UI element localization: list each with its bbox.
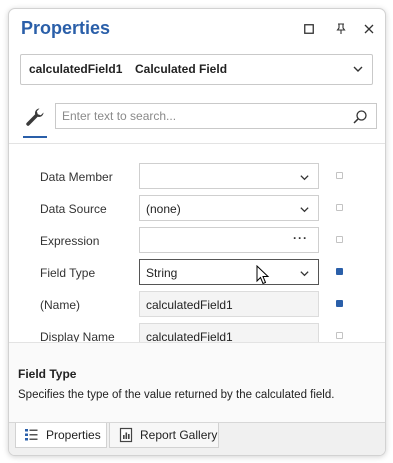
property-row-field-type: Field Type String (9, 258, 385, 290)
search-box (55, 103, 377, 129)
close-button[interactable] (359, 19, 379, 39)
close-icon (364, 24, 374, 34)
property-marker (336, 236, 343, 243)
property-value: calculatedField1 (146, 298, 233, 312)
expression-ellipsis-button[interactable]: ··· (293, 231, 308, 245)
tab-report-gallery[interactable]: Report Gallery (109, 423, 219, 448)
search-icon[interactable] (352, 109, 368, 125)
property-row-display-name: Display Name calculatedField1 (9, 322, 385, 343)
property-value: String (146, 266, 178, 280)
name-field[interactable]: calculatedField1 (139, 291, 319, 317)
wrench-icon (26, 108, 44, 126)
pin-icon (336, 23, 346, 34)
property-marker (336, 204, 343, 211)
property-row-expression: Expression ··· (9, 226, 385, 258)
description-heading: Field Type (18, 367, 77, 381)
field-type-dropdown[interactable]: String (139, 259, 319, 285)
properties-panel: Properties calculatedField1 Calculated F… (8, 8, 386, 456)
mouse-pointer-icon (256, 265, 270, 285)
panel-titlebar: Properties (9, 9, 385, 49)
property-marker-modified (336, 300, 343, 307)
search-input[interactable] (60, 106, 344, 126)
property-label: Expression (40, 234, 100, 248)
property-label: Data Member (40, 170, 113, 184)
object-selector[interactable]: calculatedField1 Calculated Field (20, 54, 373, 85)
property-marker (336, 332, 343, 339)
description-text: Specifies the type of the value returned… (18, 389, 335, 401)
description-pane: Field Type Specifies the type of the val… (9, 342, 385, 423)
data-source-dropdown[interactable]: (none) (139, 195, 319, 221)
chevron-down-icon (300, 207, 309, 213)
report-gallery-icon (118, 427, 134, 443)
property-marker-modified (336, 268, 343, 275)
chevron-down-icon (300, 175, 309, 181)
tab-properties[interactable]: Properties (15, 423, 107, 448)
data-member-dropdown[interactable] (139, 163, 319, 189)
property-value: (none) (146, 202, 181, 216)
property-row-data-source: Data Source (none) (9, 194, 385, 226)
display-name-field[interactable]: calculatedField1 (139, 323, 319, 343)
property-label: (Name) (40, 298, 81, 312)
tab-label: Properties (46, 428, 101, 442)
property-row-data-member: Data Member (9, 162, 385, 194)
chevron-down-icon (300, 271, 309, 277)
selected-object-name: calculatedField1 (29, 62, 123, 76)
property-grid: Data Member Data Source (none) Expressio… (9, 143, 385, 343)
restore-icon (304, 24, 314, 34)
tab-label: Report Gallery (140, 428, 218, 442)
property-label: Data Source (40, 202, 107, 216)
property-label: Field Type (40, 266, 96, 280)
restore-button[interactable] (299, 19, 319, 39)
properties-grid-icon (24, 427, 40, 443)
bottom-tab-strip: Properties Report Gallery (9, 422, 385, 455)
active-tool-indicator (23, 136, 47, 138)
property-marker (336, 172, 343, 179)
properties-toolbar (9, 103, 385, 138)
selected-object-type: Calculated Field (135, 62, 228, 76)
pin-button[interactable] (331, 19, 351, 39)
properties-tab-button[interactable] (23, 105, 47, 129)
expression-editor[interactable]: ··· (139, 227, 319, 253)
property-row-name: (Name) calculatedField1 (9, 290, 385, 322)
chevron-down-icon (353, 66, 363, 72)
panel-title: Properties (21, 18, 111, 38)
